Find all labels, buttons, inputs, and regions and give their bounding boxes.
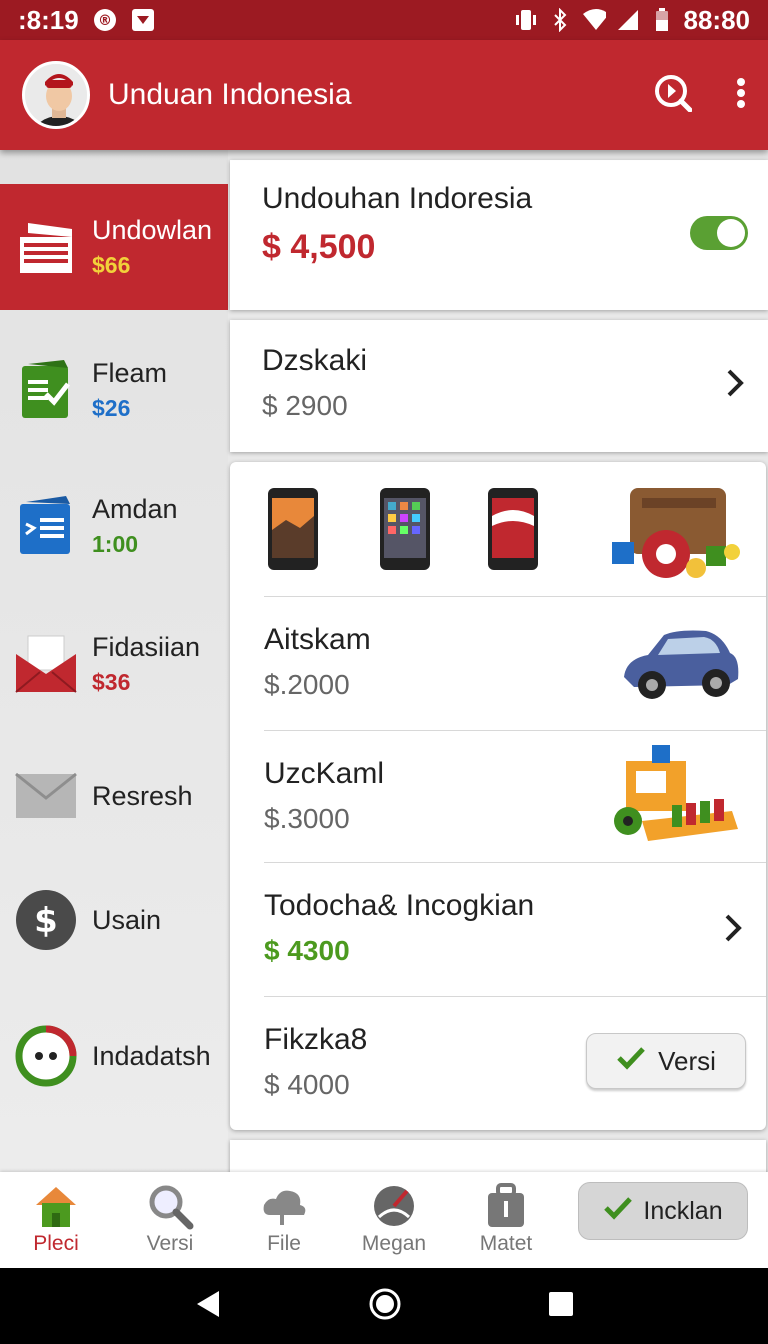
chevron-right-icon[interactable] (724, 913, 742, 948)
vibrate-icon (514, 8, 538, 32)
check-icon (616, 1046, 646, 1077)
sidebar-item-label: Fleam (92, 358, 168, 388)
sidebar-item-indadatsh[interactable]: Indadatsh (0, 1016, 228, 1096)
svg-text:$: $ (34, 901, 58, 941)
item-price: $ 4000 (264, 1069, 350, 1100)
document-check-icon (14, 358, 78, 422)
cloud-icon (234, 1180, 334, 1232)
item-title: Todocha& Incogkian (264, 889, 535, 922)
item-title: UzcKaml (264, 757, 385, 790)
status-bar: :8:19 ® 88:80 (0, 0, 768, 40)
sidebar-item-resresh[interactable]: Resresh (0, 756, 228, 836)
bluetooth-icon (548, 8, 572, 32)
include-button-label: Incklan (643, 1196, 723, 1225)
sidebar-item-usain[interactable]: $ Usain (0, 880, 228, 960)
mail-icon (14, 764, 78, 828)
more-options-icon[interactable] (736, 77, 746, 114)
status-time: :8:19 (18, 4, 79, 35)
document-icon (14, 494, 78, 558)
nav-item-megan[interactable]: Megan (344, 1180, 444, 1256)
notification-icon: ® (93, 8, 117, 32)
card-price: $ 4,500 (262, 228, 376, 266)
include-button[interactable]: Incklan (578, 1182, 748, 1240)
phone-image (488, 488, 538, 570)
phone-image (380, 488, 430, 570)
sidebar-item-label: Amdan (92, 494, 178, 524)
status-clock: 88:80 (683, 4, 751, 35)
nav-label: Pleci (33, 1232, 79, 1255)
nav-label: Versi (146, 1232, 194, 1255)
nav-label: File (267, 1232, 301, 1255)
nav-label: Megan (361, 1232, 427, 1255)
wifi-icon (582, 8, 606, 32)
item-price: $ 4300 (264, 935, 350, 966)
list-item-todocha[interactable]: Todocha& Incogkian $ 4300 (264, 862, 766, 994)
dollar-icon: $ (14, 888, 78, 952)
list-item-aitskam[interactable]: Aitskam $.2000 (264, 596, 766, 728)
item-title: Fikzka8 (264, 1023, 368, 1056)
versi-button-label: Versi (658, 1045, 716, 1076)
gauge-icon (344, 1180, 444, 1232)
card-title: Dzskaki (262, 344, 368, 377)
sidebar-item-value: 1:00 (92, 531, 139, 557)
battery-icon (650, 8, 674, 32)
recents-icon[interactable] (547, 1290, 575, 1323)
product-image-strip (266, 486, 746, 596)
home-icon (6, 1180, 106, 1232)
item-price: $.3000 (264, 803, 350, 834)
sidebar: Undowlan $66 Fleam $26 Amdan 1:00 Fidasi… (0, 150, 228, 1172)
system-navigation-bar (0, 1268, 768, 1344)
sidebar-item-value: $66 (92, 252, 131, 278)
app-bar: Unduan Indonesia (0, 40, 768, 150)
ring-icon (14, 1024, 78, 1088)
list-item-uzckaml[interactable]: UzcKaml $.3000 (264, 730, 766, 862)
bottom-navigation: Pleci Versi File Megan Matet Incklan (0, 1172, 768, 1268)
sidebar-item-undowlan[interactable]: Undowlan $66 (0, 184, 228, 310)
item-title: Aitskam (264, 623, 371, 656)
sidebar-item-label: Resresh (92, 780, 193, 811)
car-image (618, 623, 742, 714)
stack-icon (14, 215, 78, 279)
card-price: $ 2900 (262, 390, 348, 421)
nav-item-matet[interactable]: Matet (456, 1180, 556, 1256)
item-price: $.2000 (264, 669, 350, 700)
sidebar-item-label: Usain (92, 904, 162, 935)
nav-label: Matet (479, 1232, 533, 1255)
signal-icon (616, 8, 640, 32)
search-icon[interactable] (654, 74, 693, 117)
sidebar-item-value: $26 (92, 395, 131, 421)
sidebar-item-label: Undowlan (92, 215, 213, 245)
sidebar-item-fleam[interactable]: Fleam $26 (0, 340, 228, 440)
chevron-right-icon[interactable] (726, 368, 744, 403)
search-icon (120, 1180, 220, 1232)
check-icon (603, 1196, 633, 1227)
phone-image (268, 488, 318, 570)
nav-item-versi[interactable]: Versi (120, 1180, 220, 1256)
app-title: Unduan Indonesia (108, 78, 352, 111)
nav-item-pleci[interactable]: Pleci (6, 1180, 106, 1256)
card-title: Undouhan Indoresia (262, 182, 533, 215)
featured-card[interactable]: Undouhan Indoresia $ 4,500 (230, 160, 768, 310)
sidebar-item-label: Indadatsh (92, 1040, 211, 1071)
item-card-dzskaki[interactable]: Dzskaki $ 2900 (230, 320, 768, 452)
sidebar-item-amdan[interactable]: Amdan 1:00 (0, 476, 228, 576)
machine-image (612, 741, 742, 856)
sidebar-item-fidasiian[interactable]: Fidasiian $36 (0, 614, 228, 714)
bag-icon (456, 1180, 556, 1232)
product-list-card: Aitskam $.2000 UzcKaml $.3000 Todocha& I… (230, 462, 766, 1130)
nav-item-file[interactable]: File (234, 1180, 334, 1256)
download-icon (131, 8, 155, 32)
feature-toggle[interactable] (690, 216, 748, 250)
list-item-fikzka8[interactable]: Fikzka8 $ 4000 Versi (264, 996, 766, 1128)
sidebar-item-label: Fidasiian (92, 632, 201, 662)
avatar[interactable] (22, 61, 90, 129)
sidebar-item-value: $36 (92, 669, 131, 695)
toolbox-image (612, 488, 740, 578)
home-button-icon[interactable] (368, 1287, 402, 1326)
mail-open-icon (14, 632, 78, 696)
svg-text:®: ® (98, 13, 112, 29)
back-icon[interactable] (193, 1289, 223, 1324)
versi-button[interactable]: Versi (586, 1033, 746, 1089)
